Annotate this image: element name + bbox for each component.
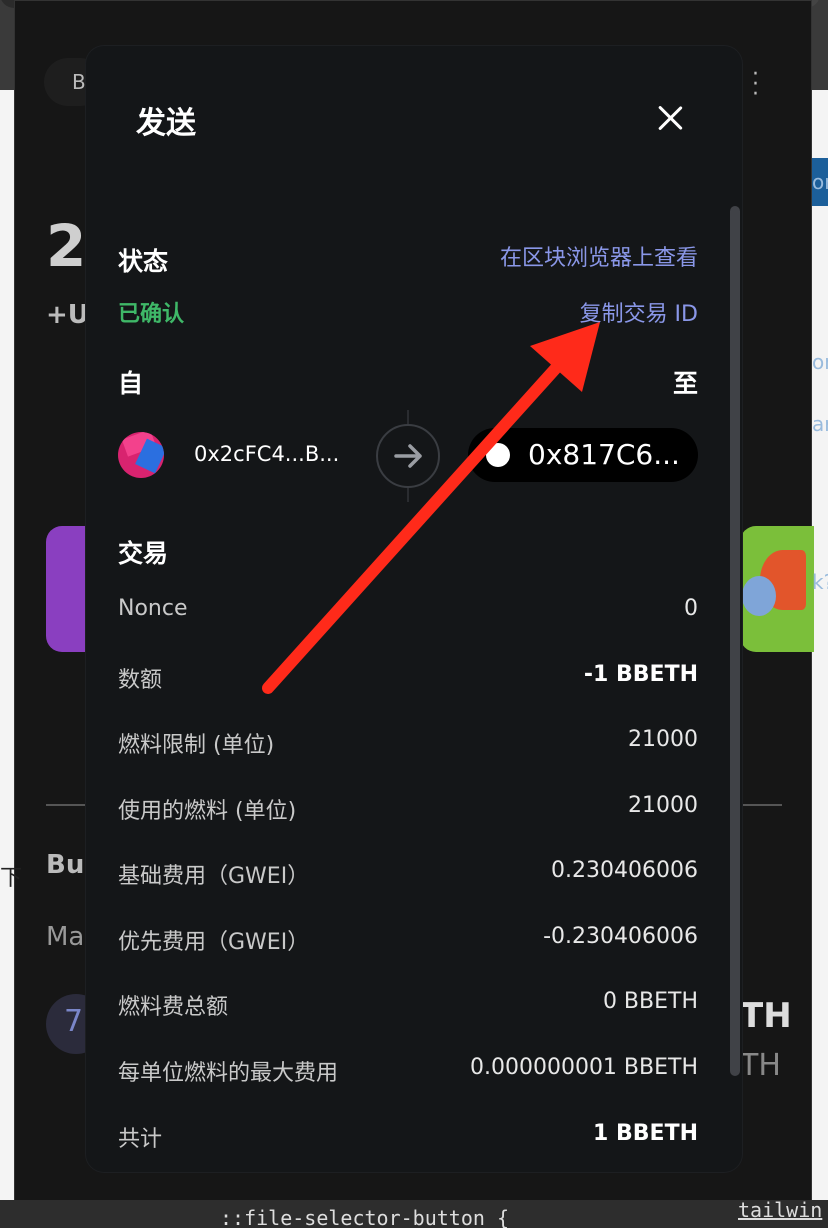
- background-balance: 2: [46, 212, 87, 280]
- devtools-code-line: ::file-selector-button {: [220, 1206, 509, 1228]
- copy-transaction-id-link[interactable]: 复制交易 ID: [580, 296, 698, 328]
- background-token-value: TH: [740, 1048, 781, 1083]
- tx-row-gas-used: 使用的燃料 (单位) 21000: [118, 793, 698, 833]
- close-icon[interactable]: [652, 100, 688, 136]
- flower-icon: [742, 576, 776, 616]
- tx-row-value: 1 BBETH: [593, 1121, 698, 1146]
- tx-row-value: -1 BBETH: [583, 662, 698, 687]
- tx-row-priority-fee: 优先费用（GWEI） -0.230406006: [118, 924, 698, 964]
- background-left-glyph: 下: [0, 866, 23, 891]
- tx-row-total: 共计 1 BBETH: [118, 1121, 698, 1161]
- tx-row-label: 使用的燃料 (单位): [118, 799, 297, 824]
- tx-row-total-gas-fee: 燃料费总额 0 BBETH: [118, 989, 698, 1029]
- background-side-text: on: [812, 170, 828, 194]
- tx-row-label: Nonce: [118, 596, 188, 621]
- to-label: 至: [672, 369, 698, 398]
- tx-row-value: -0.230406006: [543, 924, 698, 949]
- kebab-menu-icon[interactable]: · · ·: [752, 64, 759, 106]
- background-balance-change: +U: [46, 300, 89, 330]
- tx-row-value: 21000: [628, 727, 698, 752]
- tx-row-value: 0: [684, 596, 698, 621]
- to-address-pill[interactable]: 0x817C6...: [468, 428, 698, 482]
- modal-title: 发送: [136, 106, 196, 141]
- view-on-explorer-link[interactable]: 在区块浏览器上查看: [500, 240, 698, 272]
- tx-row-label: 燃料费总额: [118, 995, 229, 1020]
- background-side-text: on: [812, 350, 828, 374]
- tx-row-value: 0.000000001 BBETH: [469, 1055, 698, 1080]
- modal-scrollbar[interactable]: [730, 206, 740, 1076]
- tx-row-max-fee-per-gas: 每单位燃料的最大费用 0.000000001 BBETH: [118, 1055, 698, 1095]
- background-side-text: ar: [812, 412, 828, 436]
- tx-row-label: 基础费用（GWEI）: [118, 864, 310, 889]
- tx-row-label: 数额: [118, 668, 163, 693]
- tx-row-base-fee: 基础费用（GWEI） 0.230406006: [118, 858, 698, 898]
- tx-row-value: 0.230406006: [551, 858, 698, 883]
- connector-line: [407, 410, 409, 424]
- tx-row-label: 每单位燃料的最大费用: [118, 1061, 339, 1086]
- tx-row-value: 21000: [628, 793, 698, 818]
- send-transaction-modal: 发送 状态 在区块浏览器上查看 已确认 复制交易 ID 自 至 0x2cFC4.…: [86, 46, 742, 1172]
- tx-row-nonce: Nonce 0: [118, 596, 698, 636]
- connector-line: [407, 488, 409, 502]
- status-label: 状态: [118, 247, 169, 276]
- transaction-heading: 交易: [118, 539, 169, 568]
- arrow-right-icon: [376, 424, 440, 488]
- to-address: 0x817C6...: [528, 438, 680, 471]
- background-card-right[interactable]: [740, 526, 814, 652]
- tx-row-label: 燃料限制 (单位): [118, 733, 275, 758]
- status-badge: 已确认: [118, 302, 185, 327]
- devtools-code-link[interactable]: tailwin: [738, 1198, 822, 1222]
- tx-row-label: 优先费用（GWEI）: [118, 930, 310, 955]
- background-pill-text: B: [72, 70, 86, 94]
- tx-row-label: 共计: [118, 1127, 163, 1152]
- tx-row-gas-limit: 燃料限制 (单位) 21000: [118, 727, 698, 767]
- to-account-icon: [486, 443, 510, 467]
- from-account-avatar: [118, 432, 164, 478]
- background-section-subtitle: Ma: [46, 922, 85, 952]
- tx-row-value: 0 BBETH: [602, 989, 698, 1014]
- from-address[interactable]: 0x2cFC4...B...: [194, 442, 339, 466]
- background-token-amount: TH: [740, 996, 792, 1036]
- background-section-title: Bu: [46, 850, 85, 880]
- tx-row-amount: 数额 -1 BBETH: [118, 662, 698, 702]
- background-side-link[interactable]: k?: [812, 570, 828, 594]
- from-label: 自: [118, 369, 144, 398]
